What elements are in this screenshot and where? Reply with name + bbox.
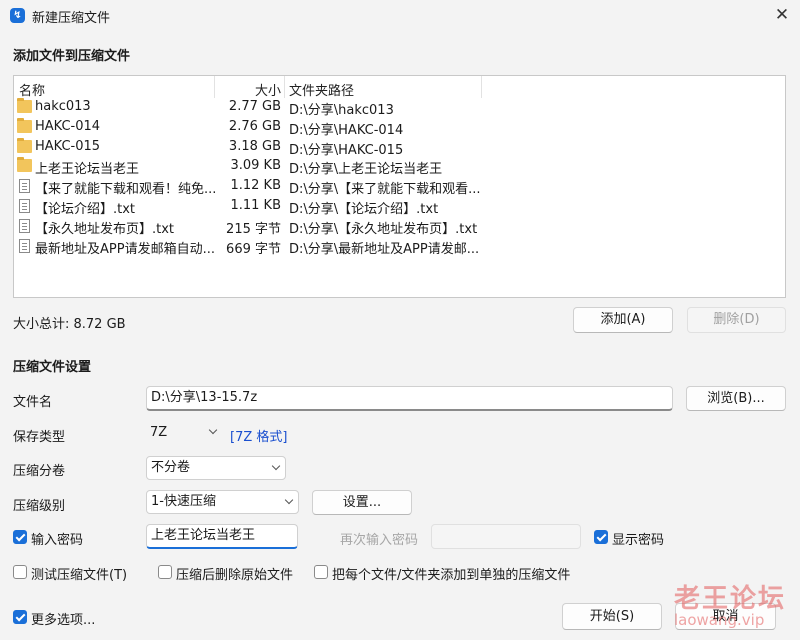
level-select-value: 1-快速压缩 bbox=[151, 494, 216, 509]
column-divider bbox=[284, 76, 285, 98]
type-label: 保存类型 bbox=[13, 430, 66, 445]
list-item[interactable]: HAKC-015 3.18 GB D:\分享\HAKC-015 bbox=[14, 137, 785, 158]
add-section-title: 添加文件到压缩文件 bbox=[13, 49, 131, 64]
file-name: hakc013 bbox=[35, 99, 91, 114]
filename-label: 文件名 bbox=[13, 395, 53, 410]
folder-icon bbox=[17, 138, 32, 153]
list-item[interactable]: 最新地址及APP请发邮箱自动... 669 字节 D:\分享\最新地址及APP请… bbox=[14, 236, 785, 257]
list-item[interactable]: 【永久地址发布页】.txt 215 字节 D:\分享\【永久地址发布页】.txt bbox=[14, 216, 785, 237]
chevron-down-icon bbox=[208, 425, 218, 435]
delete-button[interactable]: 删除(D) bbox=[687, 307, 786, 333]
volume-label: 压缩分卷 bbox=[13, 464, 66, 479]
file-name: HAKC-015 bbox=[35, 139, 101, 154]
volume-select-value: 不分卷 bbox=[151, 460, 191, 475]
list-item[interactable]: HAKC-014 2.76 GB D:\分享\HAKC-014 bbox=[14, 117, 785, 138]
total-size-label: 大小总计: 8.72 GB bbox=[13, 317, 126, 332]
file-path: D:\分享\最新地址及APP请发邮... bbox=[289, 242, 480, 257]
file-name: 【永久地址发布页】.txt bbox=[35, 222, 175, 237]
file-path: D:\分享\【永久地址发布页】.txt bbox=[289, 222, 478, 237]
folder-icon bbox=[17, 98, 32, 113]
title-bar bbox=[0, 0, 800, 30]
password-label[interactable]: 输入密码 bbox=[31, 529, 83, 548]
browse-button[interactable]: 浏览(B)... bbox=[686, 386, 786, 411]
file-size: 3.18 GB bbox=[228, 139, 281, 154]
file-icon bbox=[19, 239, 30, 253]
test-archive-label[interactable]: 测试压缩文件(T) bbox=[31, 564, 127, 583]
type-select[interactable]: 7Z bbox=[146, 421, 222, 445]
file-name: HAKC-014 bbox=[35, 119, 101, 134]
password-input[interactable]: 上老王论坛当老王 bbox=[146, 524, 298, 549]
file-path: D:\分享\【论坛介绍】.txt bbox=[289, 202, 439, 217]
reenter-password-label: 再次输入密码 bbox=[340, 533, 419, 548]
file-path: D:\分享\【来了就能下载和观看... bbox=[289, 182, 481, 197]
show-password-label[interactable]: 显示密码 bbox=[612, 529, 664, 548]
file-icon bbox=[19, 199, 30, 213]
settings-button[interactable]: 设置... bbox=[312, 490, 412, 515]
file-path: D:\分享\上老王论坛当老王 bbox=[289, 162, 443, 177]
type-format-link[interactable]: [7Z 格式] bbox=[230, 426, 287, 445]
file-path: D:\分享\hakc013 bbox=[289, 103, 394, 118]
watermark: 老王论坛 laowang.vip bbox=[674, 578, 786, 629]
app-logo-icon: ↯ bbox=[10, 8, 25, 23]
file-size: 3.09 KB bbox=[230, 158, 281, 173]
chevron-down-icon bbox=[271, 461, 281, 471]
file-name: 最新地址及APP请发邮箱自动... bbox=[35, 242, 215, 257]
level-label: 压缩级别 bbox=[13, 499, 66, 514]
separate-archives-checkbox[interactable] bbox=[314, 565, 328, 579]
file-size: 2.76 GB bbox=[228, 119, 281, 134]
chevron-down-icon bbox=[284, 495, 294, 505]
window-title: 新建压缩文件 bbox=[32, 11, 111, 26]
list-item[interactable]: 【来了就能下载和观看！纯免... 1.12 KB D:\分享\【来了就能下载和观… bbox=[14, 176, 785, 197]
level-select[interactable]: 1-快速压缩 bbox=[146, 490, 299, 514]
file-name: 【来了就能下载和观看！纯免... bbox=[35, 182, 217, 197]
close-icon[interactable]: ✕ bbox=[770, 3, 794, 27]
folder-icon bbox=[17, 118, 32, 133]
file-list[interactable]: 名称 大小 文件夹路径 hakc013 2.77 GB D:\分享\hakc01… bbox=[13, 75, 786, 298]
column-divider bbox=[481, 76, 482, 98]
delete-after-checkbox[interactable] bbox=[158, 565, 172, 579]
list-item[interactable]: hakc013 2.77 GB D:\分享\hakc013 bbox=[14, 97, 785, 118]
more-options-label[interactable]: 更多选项... bbox=[31, 609, 95, 628]
filename-input[interactable]: D:\分享\13-15.7z bbox=[146, 386, 673, 411]
more-options-checkbox[interactable] bbox=[13, 610, 27, 624]
list-item[interactable]: 上老王论坛当老王 3.09 KB D:\分享\上老王论坛当老王 bbox=[14, 156, 785, 177]
file-icon bbox=[19, 219, 30, 233]
folder-icon bbox=[17, 157, 32, 172]
start-button[interactable]: 开始(S) bbox=[562, 603, 662, 630]
file-size: 1.12 KB bbox=[230, 178, 281, 193]
file-name: 【论坛介绍】.txt bbox=[35, 202, 136, 217]
file-size: 669 字节 bbox=[226, 242, 281, 257]
settings-section-title: 压缩文件设置 bbox=[13, 360, 92, 375]
file-size: 215 字节 bbox=[226, 222, 281, 237]
list-item[interactable]: 【论坛介绍】.txt 1.11 KB D:\分享\【论坛介绍】.txt bbox=[14, 196, 785, 217]
separate-archives-label[interactable]: 把每个文件/文件夹添加到单独的压缩文件 bbox=[332, 564, 570, 583]
password-checkbox[interactable] bbox=[13, 530, 27, 544]
reenter-password-input[interactable] bbox=[431, 524, 581, 549]
type-select-value: 7Z bbox=[150, 425, 168, 440]
file-icon bbox=[19, 179, 30, 193]
volume-select[interactable]: 不分卷 bbox=[146, 456, 286, 480]
file-path: D:\分享\HAKC-014 bbox=[289, 123, 404, 138]
add-button[interactable]: 添加(A) bbox=[573, 307, 673, 333]
column-divider bbox=[214, 76, 215, 98]
file-size: 1.11 KB bbox=[230, 198, 281, 213]
file-size: 2.77 GB bbox=[228, 99, 281, 114]
delete-after-label[interactable]: 压缩后删除原始文件 bbox=[176, 564, 293, 583]
file-name: 上老王论坛当老王 bbox=[35, 162, 140, 177]
watermark-title: 老王论坛 bbox=[674, 584, 787, 614]
test-archive-checkbox[interactable] bbox=[13, 565, 27, 579]
show-password-checkbox[interactable] bbox=[594, 530, 608, 544]
